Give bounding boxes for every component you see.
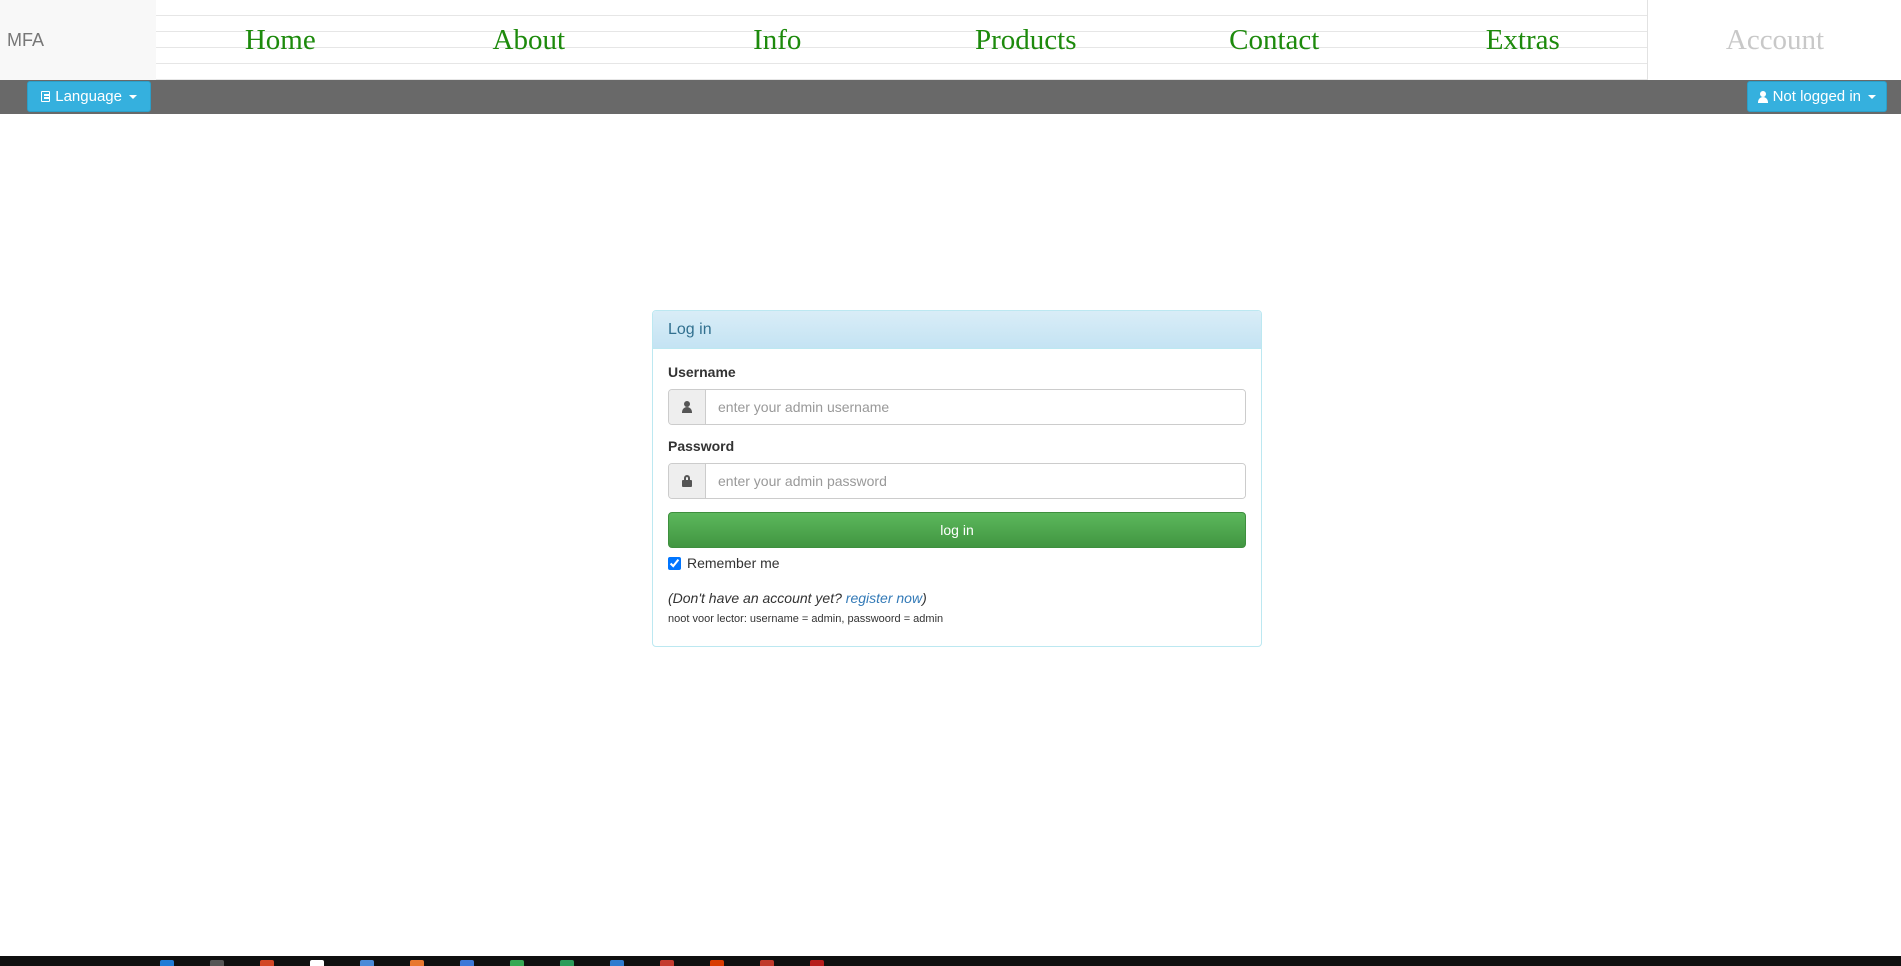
password-input-group xyxy=(668,463,1246,499)
toolbar: Language Not logged in xyxy=(0,80,1901,114)
remember-me-label: Remember me xyxy=(687,555,780,571)
taskbar-app-icon[interactable] xyxy=(610,960,624,966)
taskbar-app-icon[interactable] xyxy=(710,960,724,966)
main-menu: Home About Info Products Contact Extras xyxy=(156,0,1647,80)
nav-contact[interactable]: Contact xyxy=(1150,24,1399,57)
os-taskbar xyxy=(0,956,1901,966)
taskbar-app-icon[interactable] xyxy=(410,960,424,966)
user-dropdown-button[interactable]: Not logged in xyxy=(1747,81,1887,112)
caret-down-icon xyxy=(1868,94,1876,99)
taskbar-app-icon[interactable] xyxy=(310,960,324,966)
nav-account[interactable]: Account xyxy=(1647,0,1901,80)
username-input-group xyxy=(668,389,1246,425)
remember-me[interactable]: Remember me xyxy=(668,555,780,571)
register-prompt: (Don't have an account yet? register now… xyxy=(668,590,927,606)
taskbar-app-icon[interactable] xyxy=(510,960,524,966)
nav-info[interactable]: Info xyxy=(653,24,902,57)
taskbar-app-icon[interactable] xyxy=(360,960,374,966)
taskbar-app-icon[interactable] xyxy=(810,960,824,966)
taskbar-app-icon[interactable] xyxy=(260,960,274,966)
caret-down-icon xyxy=(129,94,137,99)
login-panel: Log in Username Password log in Remember… xyxy=(652,310,1262,647)
language-label: Language xyxy=(55,88,122,105)
register-link[interactable]: register now xyxy=(846,590,922,606)
book-icon xyxy=(41,90,51,103)
password-label: Password xyxy=(668,438,735,454)
taskbar-app-icon[interactable] xyxy=(760,960,774,966)
user-icon xyxy=(682,401,692,413)
user-status-label: Not logged in xyxy=(1772,88,1861,105)
register-prompt-close: ) xyxy=(922,590,927,606)
username-addon xyxy=(669,390,706,424)
username-label: Username xyxy=(668,364,736,380)
taskbar-app-icon[interactable] xyxy=(210,960,224,966)
user-icon xyxy=(1758,90,1768,103)
login-button[interactable]: log in xyxy=(668,512,1246,548)
nav-home[interactable]: Home xyxy=(156,24,405,57)
username-input[interactable] xyxy=(706,390,1245,424)
remember-me-checkbox[interactable] xyxy=(668,556,681,570)
taskbar-app-icon[interactable] xyxy=(660,960,674,966)
password-input[interactable] xyxy=(706,464,1245,498)
language-dropdown-button[interactable]: Language xyxy=(27,81,151,112)
lock-icon xyxy=(682,475,692,487)
nav-about[interactable]: About xyxy=(405,24,654,57)
credentials-note: noot voor lector: username = admin, pass… xyxy=(668,613,944,625)
brand-logo[interactable]: MFA xyxy=(0,0,156,80)
nav-extras[interactable]: Extras xyxy=(1399,24,1648,57)
taskbar-app-icon[interactable] xyxy=(160,960,174,966)
register-prompt-text: (Don't have an account yet? xyxy=(668,590,846,606)
taskbar-app-icon[interactable] xyxy=(560,960,574,966)
taskbar-app-icon[interactable] xyxy=(460,960,474,966)
login-panel-heading: Log in xyxy=(653,311,1261,349)
password-addon xyxy=(669,464,706,498)
top-navbar: MFA Home About Info Products Contact Ext… xyxy=(0,0,1901,81)
nav-products[interactable]: Products xyxy=(902,24,1151,57)
